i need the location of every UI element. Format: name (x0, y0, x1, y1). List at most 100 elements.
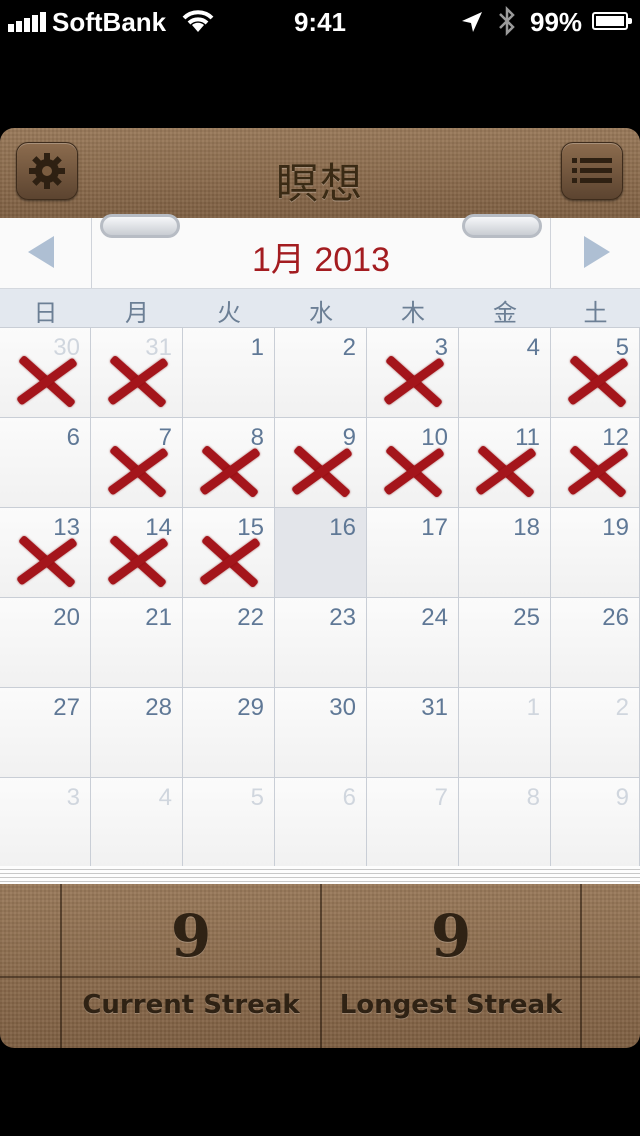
calendar: 1月 2013 日月火水木金土 30 31 1 2 3 4 5 6 7 8 9 10 11 12 13 14 1… (0, 214, 640, 868)
day-number: 5 (250, 784, 264, 811)
calendar-day[interactable]: 8 (459, 778, 551, 868)
completed-x-icon (16, 530, 78, 592)
day-number: 6 (66, 424, 80, 451)
calendar-day[interactable]: 26 (551, 598, 640, 688)
stitch-line (0, 976, 640, 978)
calendar-day[interactable]: 1 (459, 688, 551, 778)
completed-x-icon (567, 440, 629, 502)
day-number: 1 (526, 694, 540, 721)
calendar-day[interactable]: 7 (367, 778, 459, 868)
paper-clip-icon (100, 214, 180, 238)
day-number: 23 (329, 604, 356, 631)
day-number: 4 (526, 334, 540, 361)
calendar-day[interactable]: 29 (183, 688, 275, 778)
day-number: 29 (237, 694, 264, 721)
calendar-day[interactable]: 31 (91, 328, 183, 418)
completed-x-icon (199, 530, 261, 592)
calendar-day[interactable]: 2 (275, 328, 367, 418)
day-number: 6 (342, 784, 356, 811)
day-number: 3 (66, 784, 80, 811)
current-streak-value: 9 (170, 902, 212, 970)
calendar-day[interactable]: 3 (0, 778, 91, 868)
completed-x-icon (16, 350, 78, 412)
calendar-day[interactable]: 1 (183, 328, 275, 418)
calendar-day[interactable]: 2 (551, 688, 640, 778)
calendar-day[interactable]: 9 (551, 778, 640, 868)
completed-x-icon (291, 440, 353, 502)
calendar-day[interactable]: 3 (367, 328, 459, 418)
day-number: 2 (615, 694, 629, 721)
calendar-day[interactable]: 8 (183, 418, 275, 508)
calendar-day[interactable]: 10 (367, 418, 459, 508)
day-number: 19 (602, 514, 629, 541)
day-number: 17 (421, 514, 448, 541)
streak-panel: 9 Current Streak 9 Longest Streak (0, 884, 640, 1048)
completed-x-icon (107, 530, 169, 592)
calendar-day[interactable]: 19 (551, 508, 640, 598)
calendar-day[interactable]: 15 (183, 508, 275, 598)
day-number: 24 (421, 604, 448, 631)
longest-streak-value: 9 (430, 902, 472, 970)
calendar-day[interactable]: 23 (275, 598, 367, 688)
longest-streak-label: Longest Streak (339, 990, 563, 1020)
calendar-day[interactable]: 7 (91, 418, 183, 508)
day-number: 31 (421, 694, 448, 721)
weekday-label: 水 (309, 300, 333, 327)
day-number: 20 (53, 604, 80, 631)
page-title: 瞑想 (275, 159, 364, 208)
paper-clip-icon (462, 214, 542, 238)
day-number: 16 (329, 514, 356, 541)
day-number: 7 (434, 784, 448, 811)
calendar-day[interactable]: 30 (0, 328, 91, 418)
weekday-label: 金 (493, 300, 517, 327)
calendar-day[interactable]: 27 (0, 688, 91, 778)
calendar-day-today[interactable]: 16 (275, 508, 367, 598)
day-number: 18 (513, 514, 540, 541)
completed-x-icon (567, 350, 629, 412)
calendar-day[interactable]: 5 (551, 328, 640, 418)
completed-x-icon (199, 440, 261, 502)
calendar-day[interactable]: 24 (367, 598, 459, 688)
calendar-day[interactable]: 30 (275, 688, 367, 778)
day-number: 21 (145, 604, 172, 631)
prev-month-icon[interactable] (28, 236, 54, 268)
battery-percent: 99% (530, 7, 583, 37)
calendar-day[interactable]: 25 (459, 598, 551, 688)
calendar-day[interactable]: 28 (91, 688, 183, 778)
divider (550, 218, 551, 288)
calendar-day[interactable]: 5 (183, 778, 275, 868)
status-bar: SoftBank 9:41 99% (0, 0, 640, 40)
calendar-day[interactable]: 11 (459, 418, 551, 508)
list-button[interactable] (561, 142, 623, 200)
day-number: 30 (329, 694, 356, 721)
calendar-day[interactable]: 13 (0, 508, 91, 598)
day-number: 27 (53, 694, 80, 721)
calendar-day[interactable]: 18 (459, 508, 551, 598)
calendar-day[interactable]: 4 (459, 328, 551, 418)
next-month-icon[interactable] (584, 236, 610, 268)
calendar-day[interactable]: 21 (91, 598, 183, 688)
day-number: 2 (342, 334, 356, 361)
calendar-day[interactable]: 22 (183, 598, 275, 688)
calendar-day[interactable]: 6 (275, 778, 367, 868)
weekday-label: 土 (583, 300, 608, 327)
calendar-day[interactable]: 12 (551, 418, 640, 508)
month-title: 1月 2013 (252, 241, 390, 279)
day-number: 1 (250, 334, 264, 361)
app-header: 瞑想 (0, 128, 640, 220)
bluetooth-icon (499, 6, 515, 36)
calendar-day[interactable]: 6 (0, 418, 91, 508)
calendar-day[interactable]: 20 (0, 598, 91, 688)
calendar-day[interactable]: 17 (367, 508, 459, 598)
calendar-day[interactable]: 31 (367, 688, 459, 778)
location-icon (462, 12, 482, 32)
weekday-label: 木 (401, 300, 425, 327)
completed-x-icon (475, 440, 537, 502)
weekday-label: 日 (33, 300, 58, 327)
calendar-day[interactable]: 14 (91, 508, 183, 598)
calendar-day[interactable]: 9 (275, 418, 367, 508)
list-icon (572, 158, 612, 183)
day-number: 26 (602, 604, 629, 631)
weekday-label: 月 (125, 300, 149, 327)
calendar-day[interactable]: 4 (91, 778, 183, 868)
